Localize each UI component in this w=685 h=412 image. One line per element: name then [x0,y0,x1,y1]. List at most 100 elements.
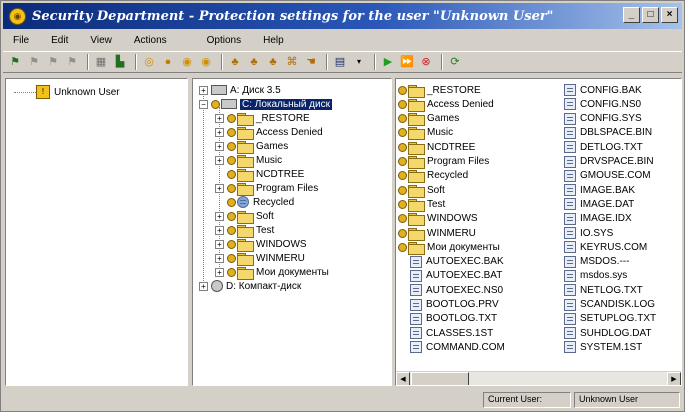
folder-list-item[interactable]: NCDTREE [398,140,475,155]
file-list-item[interactable]: IMAGE.DAT [564,197,634,211]
expand-icon[interactable]: + [199,85,208,95]
tree-drive-d[interactable]: + D: Компакт-диск [199,279,301,293]
file-list-item[interactable]: SETUPLOG.TXT [564,312,656,326]
file-list-item[interactable]: CONFIG.SYS [564,112,642,126]
file-list-item[interactable]: IMAGE.IDX [564,212,632,226]
expand-icon[interactable]: + [215,267,224,277]
folder-list-item[interactable]: WINDOWS [398,212,478,227]
expand-icon[interactable]: + [199,281,208,291]
tree-folder[interactable]: + Soft [215,209,274,224]
grid-icon[interactable]: ▦ [93,54,109,70]
menu-actions[interactable]: Actions [124,35,179,46]
users-panel[interactable]: ! Unknown User [5,78,188,386]
tree-folder[interactable]: NCDTREE [227,167,304,182]
tree-folder[interactable]: + Program Files [215,181,318,196]
file-list-panel[interactable]: _RESTORE Access Denied Games Music NCDTREE Pr… [395,78,682,386]
folder-list-item[interactable]: Recycled [398,169,468,184]
menu-view[interactable]: View [80,35,124,46]
file-list-item[interactable]: MSDOS.--- [564,255,629,269]
folder-list-item[interactable]: Music [398,126,453,141]
user-group-icon[interactable]: ♣ [227,54,243,70]
tree-icon[interactable]: ⌘ [284,54,300,70]
file-list-item[interactable]: IO.SYS [564,226,613,240]
expand-icon[interactable]: + [215,183,224,193]
file-list-item[interactable]: DETLOG.TXT [564,140,643,154]
file-list-item[interactable]: CONFIG.NS0 [564,97,641,111]
collapse-icon[interactable]: − [199,99,208,109]
user-group-icon[interactable]: ♣ [246,54,262,70]
file-list-item[interactable]: SCANDISK.LOG [564,298,655,312]
tree-folder[interactable]: + _RESTORE [215,111,310,126]
tree-drive-a[interactable]: + A: Диск 3.5 [199,83,281,97]
play-all-icon[interactable]: ⏩ [399,54,415,70]
scrollbar-thumb[interactable] [411,372,469,385]
tree-folder[interactable]: + WINDOWS [215,237,307,252]
flag-gray-icon[interactable]: ⚑ [64,54,80,70]
file-list-item[interactable]: SYSTEM.1ST [564,340,642,354]
file-list-item[interactable]: BOOTLOG.PRV [398,298,499,312]
circle-icon[interactable]: ◎ [141,54,157,70]
menu-options[interactable]: Options [197,35,253,46]
expand-icon[interactable]: + [215,253,224,263]
tree-folder[interactable]: + Access Denied [215,125,323,140]
expand-icon[interactable]: + [215,211,224,221]
tree-folder[interactable]: + WINMERU [215,251,305,266]
expand-icon[interactable]: + [215,225,224,235]
file-list-item[interactable]: KEYRUS.COM [564,240,647,254]
flag-icon[interactable]: ⚑ [7,54,23,70]
file-list-item[interactable]: DBLSPACE.BIN [564,126,652,140]
file-list-item[interactable]: IMAGE.BAK [564,183,635,197]
tree-folder[interactable]: + Games [215,139,288,154]
folder-tree-panel[interactable]: + A: Диск 3.5 − C: Локальный диск + _REST… [192,78,392,386]
file-list-item[interactable]: CLASSES.1ST [398,326,493,340]
minimize-button[interactable]: _ [623,7,640,23]
file-list-item[interactable]: AUTOEXEC.BAT [398,269,502,283]
expand-icon[interactable]: + [215,155,224,165]
menu-edit[interactable]: Edit [41,35,80,46]
file-list-item[interactable]: DRVSPACE.BIN [564,155,654,169]
computer-icon[interactable]: ▙ [112,54,128,70]
folder-list-item[interactable]: Мои документы [398,240,500,255]
folder-list-item[interactable]: Program Files [398,155,489,169]
user-group-icon[interactable]: ♣ [265,54,281,70]
refresh-icon[interactable]: ⟳ [447,54,463,70]
title-bar[interactable]: ◉ Security Department - Protection setti… [3,3,682,29]
scroll-left-icon[interactable]: ◀ [396,372,410,385]
circle-icon[interactable]: ◉ [198,54,214,70]
file-list-item[interactable]: AUTOEXEC.NS0 [398,283,503,297]
folder-list-item[interactable]: Test [398,197,445,212]
horizontal-scrollbar[interactable]: ◀ ▶ [396,371,681,385]
menu-file[interactable]: File [3,35,41,46]
view-icon[interactable]: ▤ [332,54,348,70]
expand-icon[interactable]: + [215,141,224,151]
expand-icon[interactable]: + [215,113,224,123]
maximize-button[interactable]: □ [642,7,659,23]
file-list-item[interactable]: AUTOEXEC.BAK [398,255,504,269]
folder-list-item[interactable]: _RESTORE [398,83,481,98]
file-list-item[interactable]: NETLOG.TXT [564,283,643,297]
file-list-item[interactable]: CONFIG.BAK [564,83,642,97]
hand-icon[interactable]: ☚ [303,54,319,70]
tree-folder[interactable]: Recycled [227,195,294,209]
dropdown-arrow-icon[interactable]: ▾ [351,54,367,70]
folder-list-item[interactable]: Access Denied [398,97,494,112]
tree-drive-c[interactable]: − C: Локальный диск [199,97,332,111]
menu-help[interactable]: Help [253,35,296,46]
tree-folder[interactable]: + Test [215,223,274,238]
file-list-item[interactable]: COMMAND.COM [398,340,505,354]
folder-list-item[interactable]: WINMERU [398,226,476,241]
stop-icon[interactable]: ⊗ [418,54,434,70]
expand-icon[interactable]: + [215,239,224,249]
circle-icon[interactable]: ◉ [179,54,195,70]
folder-list-item[interactable]: Soft [398,183,445,198]
file-list-item[interactable]: msdos.sys [564,269,627,283]
file-list-item[interactable]: SUHDLOG.DAT [564,326,652,340]
close-button[interactable]: × [661,7,678,23]
expand-icon[interactable]: + [215,127,224,137]
lock-icon[interactable]: ● [160,54,176,70]
file-list-item[interactable]: BOOTLOG.TXT [398,312,497,326]
scroll-right-icon[interactable]: ▶ [667,372,681,385]
folder-list-item[interactable]: Games [398,112,459,127]
user-item[interactable]: ! Unknown User [36,85,120,99]
tree-folder[interactable]: + Music [215,153,282,168]
